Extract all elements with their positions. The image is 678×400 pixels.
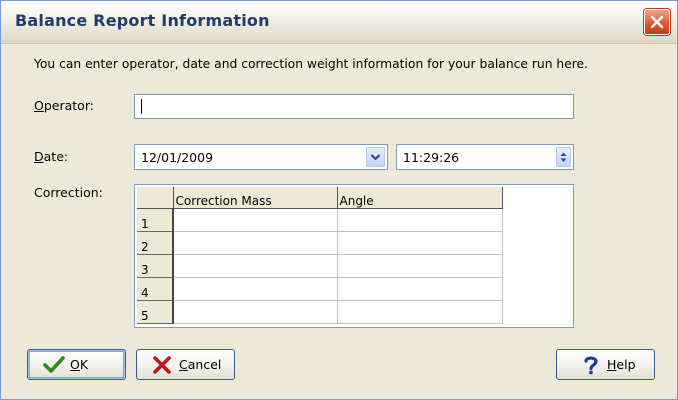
time-value: 11:29:26 — [403, 150, 460, 165]
date-label-mnemonic: D — [34, 149, 44, 164]
mass-cell[interactable] — [173, 277, 338, 301]
angle-cell[interactable] — [337, 231, 503, 255]
ok-label-mnemonic: O — [70, 357, 80, 372]
mass-cell[interactable] — [173, 231, 338, 255]
angle-cell[interactable] — [337, 254, 503, 278]
date-value: 12/01/2009 — [141, 150, 214, 165]
column-header-correction-mass[interactable]: Correction Mass — [173, 187, 338, 209]
ok-button-label: OK — [70, 357, 88, 372]
title-bar[interactable]: Balance Report Information — [1, 1, 677, 44]
operator-label: Operator: — [34, 98, 94, 113]
angle-cell[interactable] — [337, 277, 503, 301]
intro-text: You can enter operator, date and correct… — [34, 57, 589, 71]
row-header[interactable]: 4 — [137, 277, 174, 301]
help-button[interactable]: Help — [556, 349, 655, 380]
grid-header-row: Correction Mass Angle — [137, 187, 503, 209]
date-dropdown-button[interactable] — [366, 147, 385, 167]
dialog-title: Balance Report Information — [15, 11, 270, 30]
x-icon — [153, 356, 171, 374]
row-header[interactable]: 3 — [137, 254, 174, 278]
row-header[interactable]: 5 — [137, 300, 174, 324]
chevron-down-icon — [370, 154, 381, 161]
checkmark-icon — [43, 356, 65, 373]
spin-arrows-icon — [560, 152, 567, 162]
date-label-rest: ate: — [43, 149, 69, 164]
operator-label-rest: perator: — [43, 98, 94, 113]
table-row: 5 — [137, 300, 503, 324]
angle-cell[interactable] — [337, 300, 503, 324]
ok-label-rest: K — [79, 357, 89, 372]
table-row: 2 — [137, 231, 503, 255]
operator-input[interactable] — [134, 94, 574, 119]
table-row: 1 — [137, 208, 503, 232]
close-button[interactable] — [644, 9, 670, 35]
cancel-label-mnemonic: C — [179, 357, 188, 372]
help-label-rest: elp — [616, 357, 636, 372]
help-label-mnemonic: H — [607, 357, 617, 372]
table-row: 3 — [137, 254, 503, 278]
text-caret — [141, 99, 142, 114]
correction-label: Correction: — [34, 185, 103, 200]
time-spin-button[interactable] — [556, 147, 571, 167]
correction-table: Correction Mass Angle 1 2 3 4 5 — [137, 187, 503, 324]
date-picker[interactable]: 12/01/2009 — [134, 144, 388, 170]
help-button-label: Help — [607, 357, 636, 372]
cancel-button[interactable]: Cancel — [136, 349, 235, 380]
operator-label-mnemonic: O — [34, 98, 44, 113]
time-input[interactable]: 11:29:26 — [396, 144, 574, 170]
column-header-angle[interactable]: Angle — [337, 187, 503, 209]
correction-grid[interactable]: Correction Mass Angle 1 2 3 4 5 — [134, 184, 574, 328]
angle-cell[interactable] — [337, 208, 503, 232]
cancel-button-label: Cancel — [179, 357, 221, 372]
grid-corner — [137, 187, 174, 209]
mass-cell[interactable] — [173, 254, 338, 278]
cancel-label-rest: ancel — [187, 357, 222, 372]
ok-button[interactable]: OK — [27, 349, 126, 380]
date-label: Date: — [34, 149, 68, 164]
row-header[interactable]: 1 — [137, 208, 174, 232]
balance-report-dialog: Balance Report Information You can enter… — [0, 0, 678, 400]
question-mark-icon — [584, 356, 598, 375]
table-row: 4 — [137, 277, 503, 301]
mass-cell[interactable] — [173, 208, 338, 232]
close-icon — [650, 15, 664, 29]
mass-cell[interactable] — [173, 300, 338, 324]
row-header[interactable]: 2 — [137, 231, 174, 255]
